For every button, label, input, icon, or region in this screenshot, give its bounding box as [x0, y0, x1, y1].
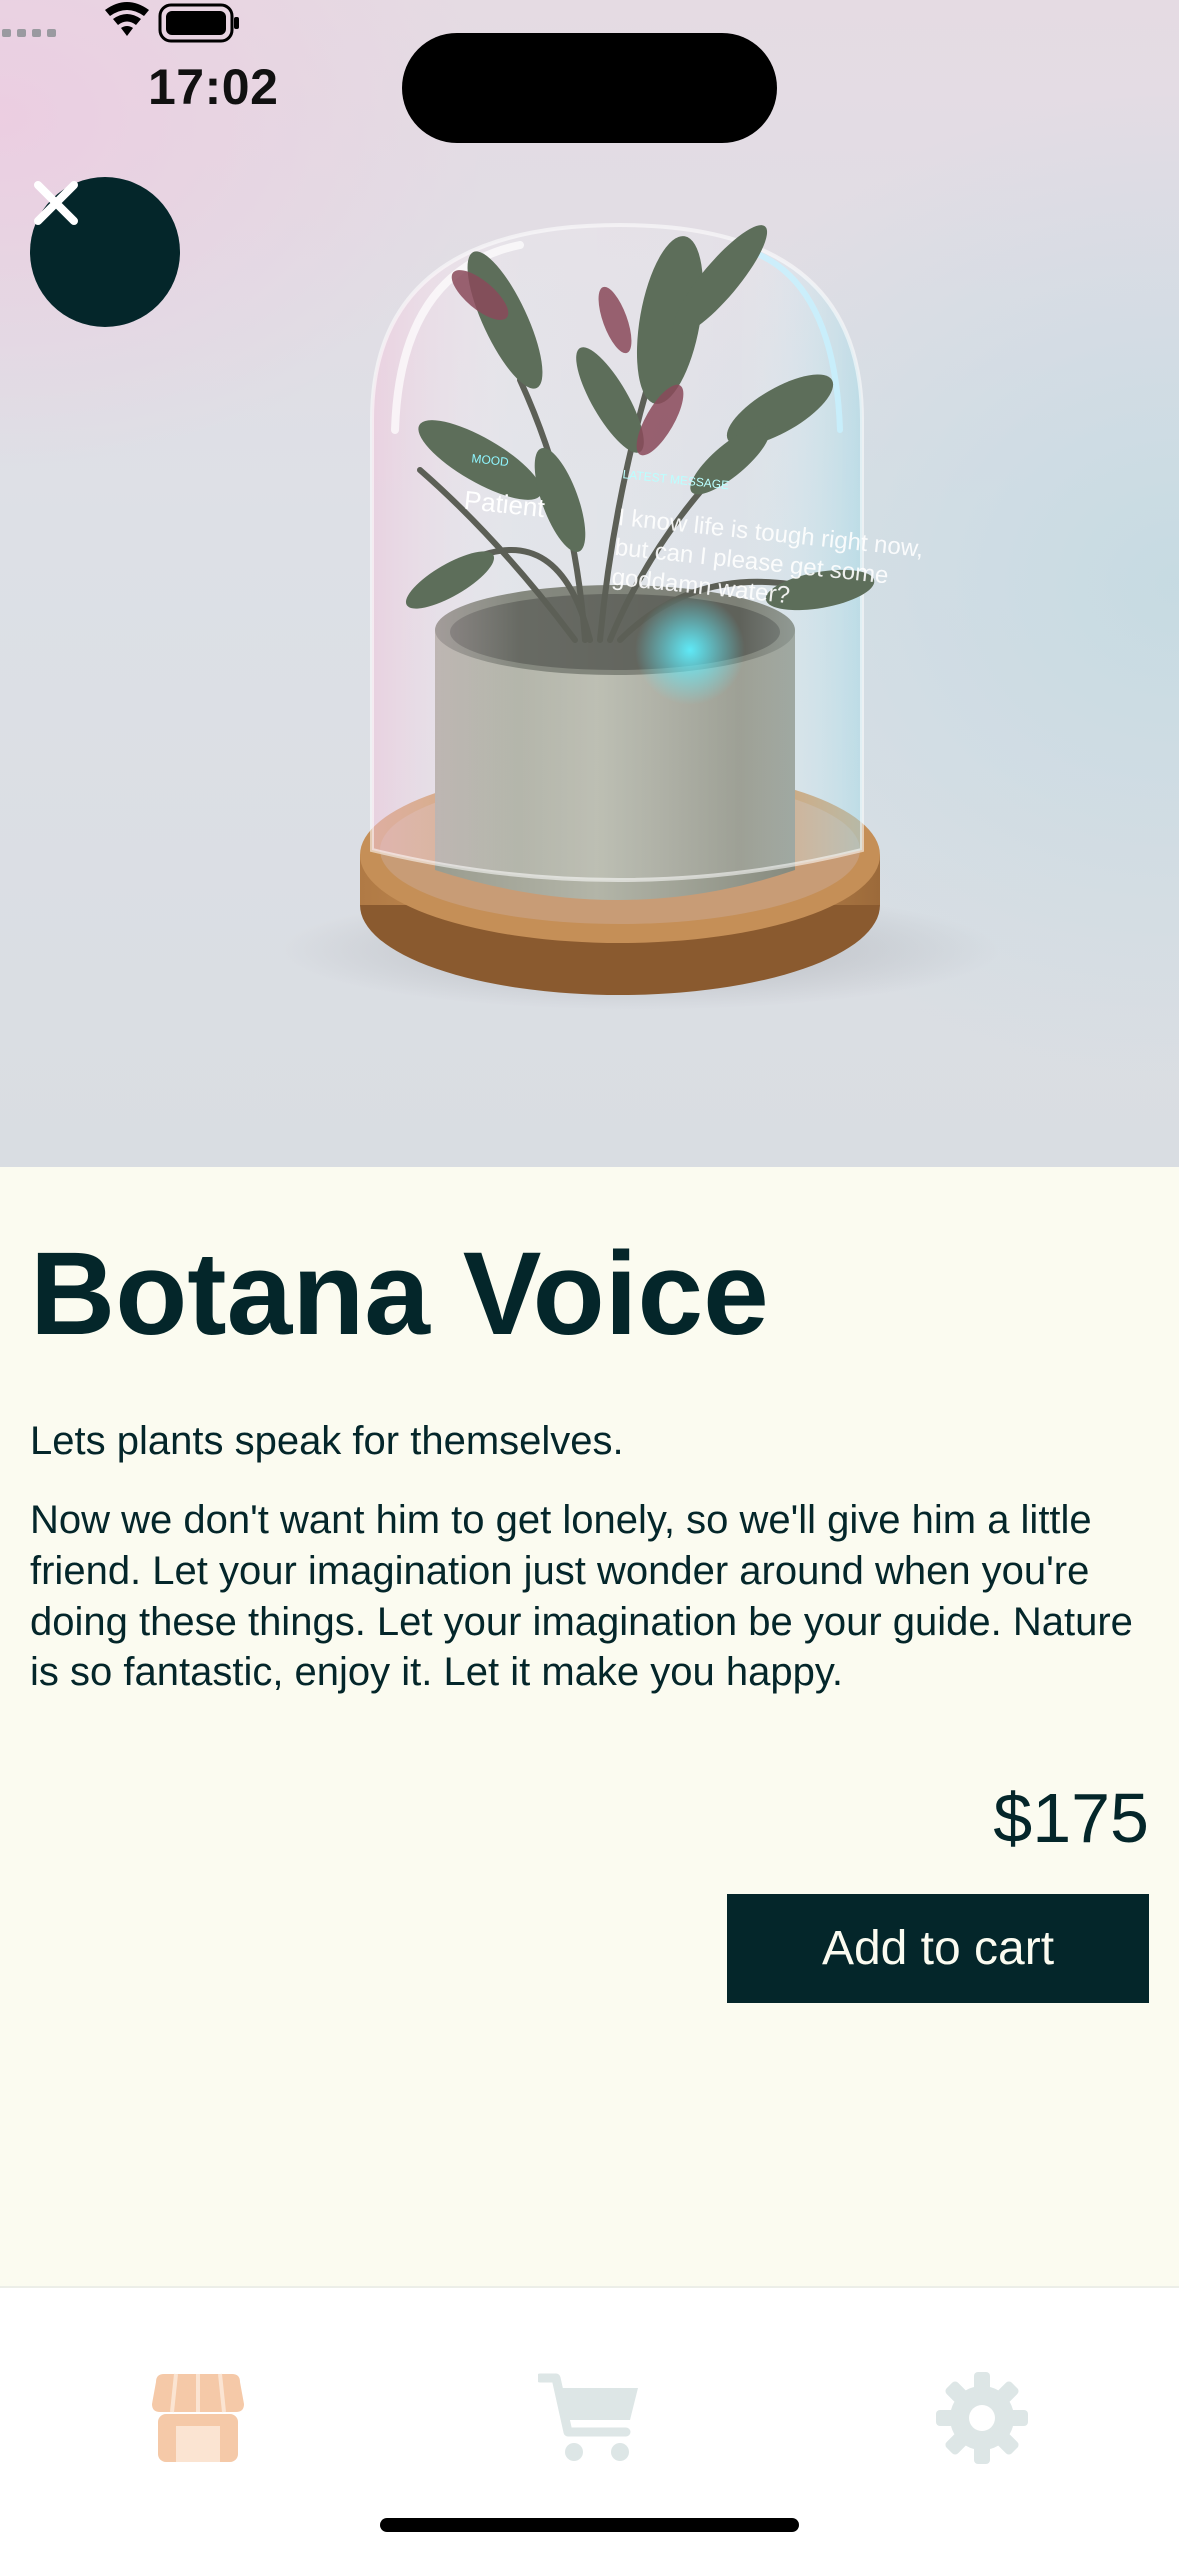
home-indicator: [380, 2518, 799, 2532]
plant-dome-illustration: MOOD Patient LATEST MESSAGE I know life …: [280, 222, 1000, 1010]
signal-icon: [2, 29, 56, 37]
battery-icon: [158, 3, 239, 43]
tab-store[interactable]: [118, 2338, 278, 2498]
dynamic-island: [402, 33, 777, 143]
product-description: Now we don't want him to get lonely, so …: [30, 1498, 1133, 1695]
store-icon: [152, 2373, 244, 2462]
tab-bar: [0, 2286, 1179, 2558]
status-icons: [2, 2, 239, 43]
status-time: 17:02: [148, 59, 279, 115]
close-icon: [34, 181, 78, 225]
close-button[interactable]: [30, 177, 180, 327]
product-tagline: Lets plants speak for themselves.: [30, 1419, 624, 1463]
wifi-icon: [105, 2, 149, 36]
product-title: Botana Voice: [30, 1228, 769, 1360]
product-price: $175: [993, 1779, 1149, 1857]
cart-icon: [538, 2373, 638, 2461]
tab-settings[interactable]: [902, 2338, 1062, 2498]
tab-cart[interactable]: [510, 2338, 670, 2498]
product-image: MOOD Patient LATEST MESSAGE I know life …: [0, 0, 1179, 1167]
add-to-cart-button[interactable]: Add to cart: [727, 1894, 1149, 2003]
gear-icon: [936, 2372, 1028, 2464]
